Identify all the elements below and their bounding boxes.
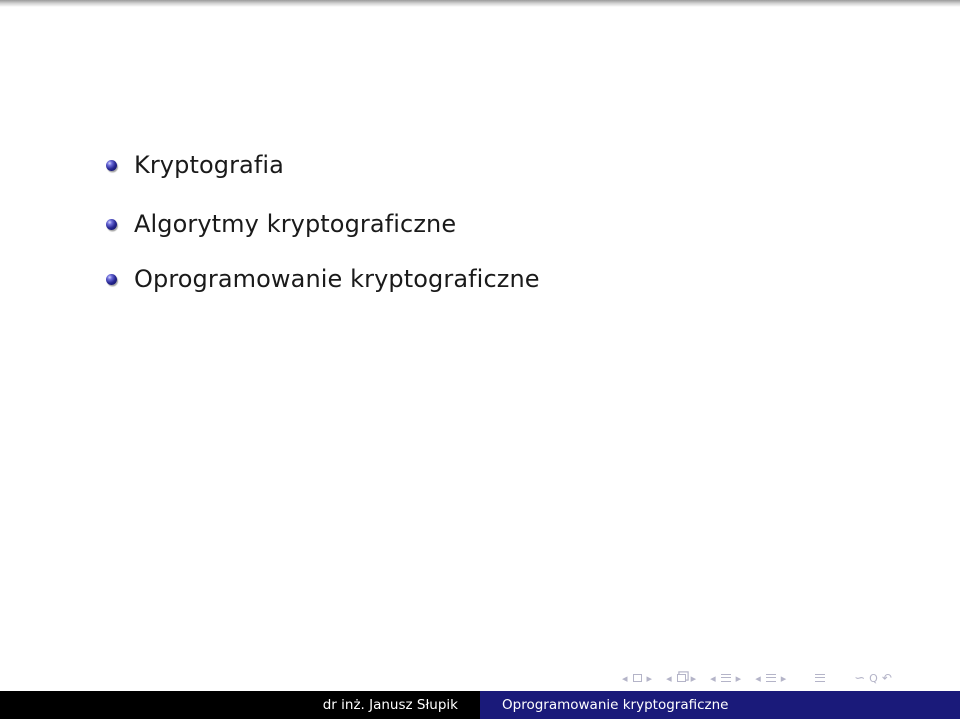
- document-icon[interactable]: [815, 673, 826, 683]
- frame-icon[interactable]: [632, 674, 642, 682]
- next-frame-icon[interactable]: ▸: [647, 673, 653, 684]
- search-icon[interactable]: ∽: [854, 672, 865, 685]
- navigation-bar: ◂ ▸ ◂ ▸ ◂ ▸ ◂ ▸ ∽ Q ↶: [620, 668, 955, 688]
- prev-frame-icon[interactable]: ◂: [622, 673, 628, 684]
- list-item-text: Algorytmy kryptograficzne: [134, 210, 457, 238]
- footer-title-box: Oprogramowanie kryptograficzne: [480, 691, 960, 719]
- section-nav: ◂ ▸: [753, 673, 788, 684]
- prev-section-icon[interactable]: ◂: [755, 673, 761, 684]
- bullet-icon: [106, 273, 117, 285]
- bullet-icon: [106, 159, 117, 171]
- section-icon[interactable]: [765, 673, 776, 683]
- prev-slide-icon[interactable]: ◂: [666, 673, 672, 684]
- frame-nav: ◂ ▸: [620, 673, 654, 684]
- list-item: Oprogramowanie kryptograficzne: [106, 264, 540, 294]
- footer-title: Oprogramowanie kryptograficzne: [502, 697, 729, 713]
- zoom-icon[interactable]: Q: [869, 673, 878, 684]
- footer-author: dr inż. Janusz Słupik: [322, 697, 458, 713]
- list-item: Kryptografia: [106, 150, 284, 180]
- top-shadow: [0, 0, 960, 7]
- list-item-text: Oprogramowanie kryptograficzne: [134, 265, 540, 293]
- back-icon[interactable]: ↶: [882, 672, 892, 684]
- slide-nav: ◂ ▸: [664, 673, 698, 684]
- prev-subsection-icon[interactable]: ◂: [710, 673, 716, 684]
- next-section-icon[interactable]: ▸: [781, 673, 787, 684]
- footer-author-box: dr inż. Janusz Słupik: [0, 691, 480, 719]
- footer: dr inż. Janusz Słupik Oprogramowanie kry…: [0, 691, 960, 719]
- document-nav: [812, 673, 828, 683]
- next-subsection-icon[interactable]: ▸: [736, 673, 742, 684]
- list-item: Algorytmy kryptograficzne: [106, 209, 456, 239]
- subsection-icon[interactable]: [720, 673, 731, 683]
- slide-icon[interactable]: [676, 674, 686, 682]
- tools-nav: ∽ Q ↶: [852, 672, 894, 685]
- next-slide-icon[interactable]: ▸: [691, 673, 697, 684]
- list-item-text: Kryptografia: [134, 151, 284, 179]
- subsection-nav: ◂ ▸: [708, 673, 743, 684]
- bullet-icon: [106, 218, 117, 230]
